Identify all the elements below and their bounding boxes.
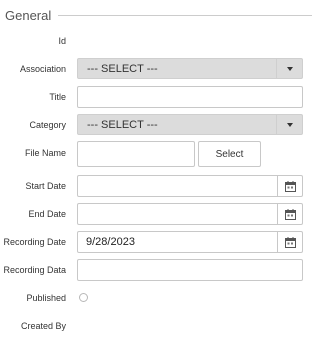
recording-data-label: Recording Data [3,265,66,275]
published-label: Published [26,293,66,303]
section-divider [58,15,312,16]
published-checkbox[interactable] [79,293,88,302]
calendar-icon[interactable] [277,176,302,196]
calendar-icon[interactable] [277,204,302,224]
association-label: Association [19,64,66,74]
start-date-label: Start Date [25,181,66,191]
category-selected-value: --- SELECT --- [87,119,158,131]
chevron-down-icon[interactable] [276,59,302,78]
file-name-input[interactable] [77,141,195,167]
end-date-input[interactable] [77,203,303,225]
id-label: Id [58,36,66,46]
select-file-button[interactable]: Select [198,141,261,167]
end-date-label: End Date [28,209,66,219]
recording-date-label: Recording Date [3,237,66,247]
title-input[interactable] [77,86,303,108]
created-by-label: Created By [20,321,66,331]
recording-date-input[interactable]: 9/28/2023 [77,231,303,253]
calendar-icon[interactable] [277,232,302,252]
section-legend: General [0,6,312,26]
recording-data-input[interactable] [77,259,303,281]
category-select[interactable]: --- SELECT --- [77,114,303,135]
recording-date-value: 9/28/2023 [86,236,135,248]
start-date-input[interactable] [77,175,303,197]
title-label: Title [49,92,66,102]
association-selected-value: --- SELECT --- [87,63,158,75]
section-title: General [5,8,52,23]
category-label: Category [29,120,66,130]
chevron-down-icon[interactable] [276,115,302,134]
association-select[interactable]: --- SELECT --- [77,58,303,79]
file-name-label: File Name [24,148,66,158]
